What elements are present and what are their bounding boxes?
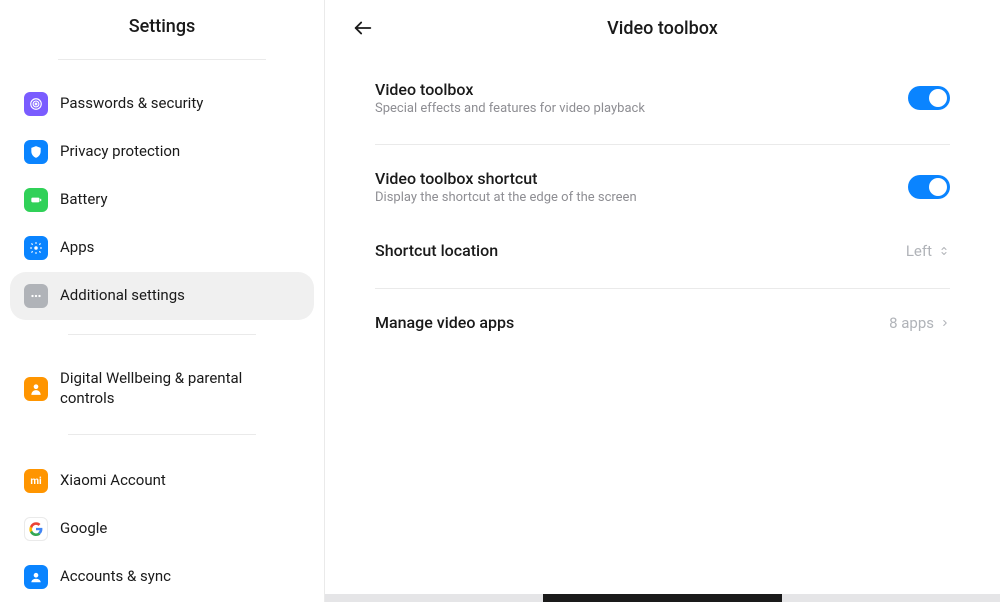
sidebar-item-privacy-protection[interactable]: Privacy protection xyxy=(10,128,314,176)
dots-icon xyxy=(24,284,48,308)
sidebar-item-label: Xiaomi Account xyxy=(60,471,166,491)
manage-apps-count: 8 apps xyxy=(889,314,934,332)
battery-icon xyxy=(24,188,48,212)
row-text: Manage video apps xyxy=(375,313,889,332)
section-separator xyxy=(375,288,950,289)
shield-icon xyxy=(24,140,48,164)
main-panel: Video toolbox Video toolbox Special effe… xyxy=(325,0,1000,602)
sidebar-title: Settings xyxy=(0,10,324,59)
back-button[interactable] xyxy=(349,14,377,42)
row-value: Left xyxy=(906,242,950,260)
arrow-left-icon xyxy=(352,17,374,39)
fingerprint-icon xyxy=(24,92,48,116)
main-header: Video toolbox xyxy=(325,10,1000,62)
sidebar-item-xiaomi-account[interactable]: mi Xiaomi Account xyxy=(10,457,314,505)
sidebar-item-label: Digital Wellbeing & parental controls xyxy=(60,369,300,408)
sidebar-item-digital-wellbeing[interactable]: Digital Wellbeing & parental controls xyxy=(10,357,314,420)
row-value: 8 apps xyxy=(889,314,950,332)
row-title: Video toolbox xyxy=(375,80,892,99)
sidebar-separator xyxy=(68,334,256,335)
toggle-shortcut[interactable] xyxy=(908,175,950,199)
sidebar-item-label: Additional settings xyxy=(60,286,185,306)
sidebar-item-google[interactable]: Google xyxy=(10,505,314,553)
toggle-video-toolbox[interactable] xyxy=(908,86,950,110)
sidebar-item-battery[interactable]: Battery xyxy=(10,176,314,224)
sidebar-item-label: Accounts & sync xyxy=(60,567,171,587)
section-separator xyxy=(375,144,950,145)
sidebar-item-label: Battery xyxy=(60,190,108,210)
row-video-toolbox-shortcut[interactable]: Video toolbox shortcut Display the short… xyxy=(375,151,950,223)
row-subtitle: Special effects and features for video p… xyxy=(375,101,892,116)
row-video-toolbox[interactable]: Video toolbox Special effects and featur… xyxy=(375,62,950,134)
account-icon xyxy=(24,565,48,589)
settings-sidebar: Settings Passwords & security Privacy pr… xyxy=(0,0,325,602)
page-title: Video toolbox xyxy=(377,18,948,39)
sidebar-item-label: Google xyxy=(60,519,107,539)
person-icon xyxy=(24,377,48,401)
content-area: Video toolbox Special effects and featur… xyxy=(325,62,1000,350)
row-text: Video toolbox Special effects and featur… xyxy=(375,80,908,116)
chevron-right-icon xyxy=(940,316,950,330)
shortcut-location-value: Left xyxy=(906,242,932,260)
row-title: Manage video apps xyxy=(375,313,873,332)
sidebar-item-accounts-sync[interactable]: Accounts & sync xyxy=(10,553,314,601)
sidebar-list: Passwords & security Privacy protection … xyxy=(0,80,324,601)
bottom-scroll-indicator xyxy=(325,594,1000,602)
sidebar-item-apps[interactable]: Apps xyxy=(10,224,314,272)
row-title: Video toolbox shortcut xyxy=(375,169,892,188)
row-shortcut-location[interactable]: Shortcut location Left xyxy=(375,223,950,278)
row-manage-video-apps[interactable]: Manage video apps 8 apps xyxy=(375,295,950,350)
sidebar-item-label: Privacy protection xyxy=(60,142,180,162)
row-subtitle: Display the shortcut at the edge of the … xyxy=(375,190,892,205)
sidebar-item-additional-settings[interactable]: Additional settings xyxy=(10,272,314,320)
sidebar-divider xyxy=(58,59,266,60)
sidebar-item-passwords-security[interactable]: Passwords & security xyxy=(10,80,314,128)
sidebar-item-label: Passwords & security xyxy=(60,94,203,114)
sidebar-item-label: Apps xyxy=(60,238,94,258)
row-text: Shortcut location xyxy=(375,241,906,260)
mi-logo-icon: mi xyxy=(24,469,48,493)
sort-icon xyxy=(938,244,950,258)
row-text: Video toolbox shortcut Display the short… xyxy=(375,169,908,205)
gear-icon xyxy=(24,236,48,260)
row-title: Shortcut location xyxy=(375,241,890,260)
sidebar-separator xyxy=(68,434,256,435)
google-logo-icon xyxy=(24,517,48,541)
